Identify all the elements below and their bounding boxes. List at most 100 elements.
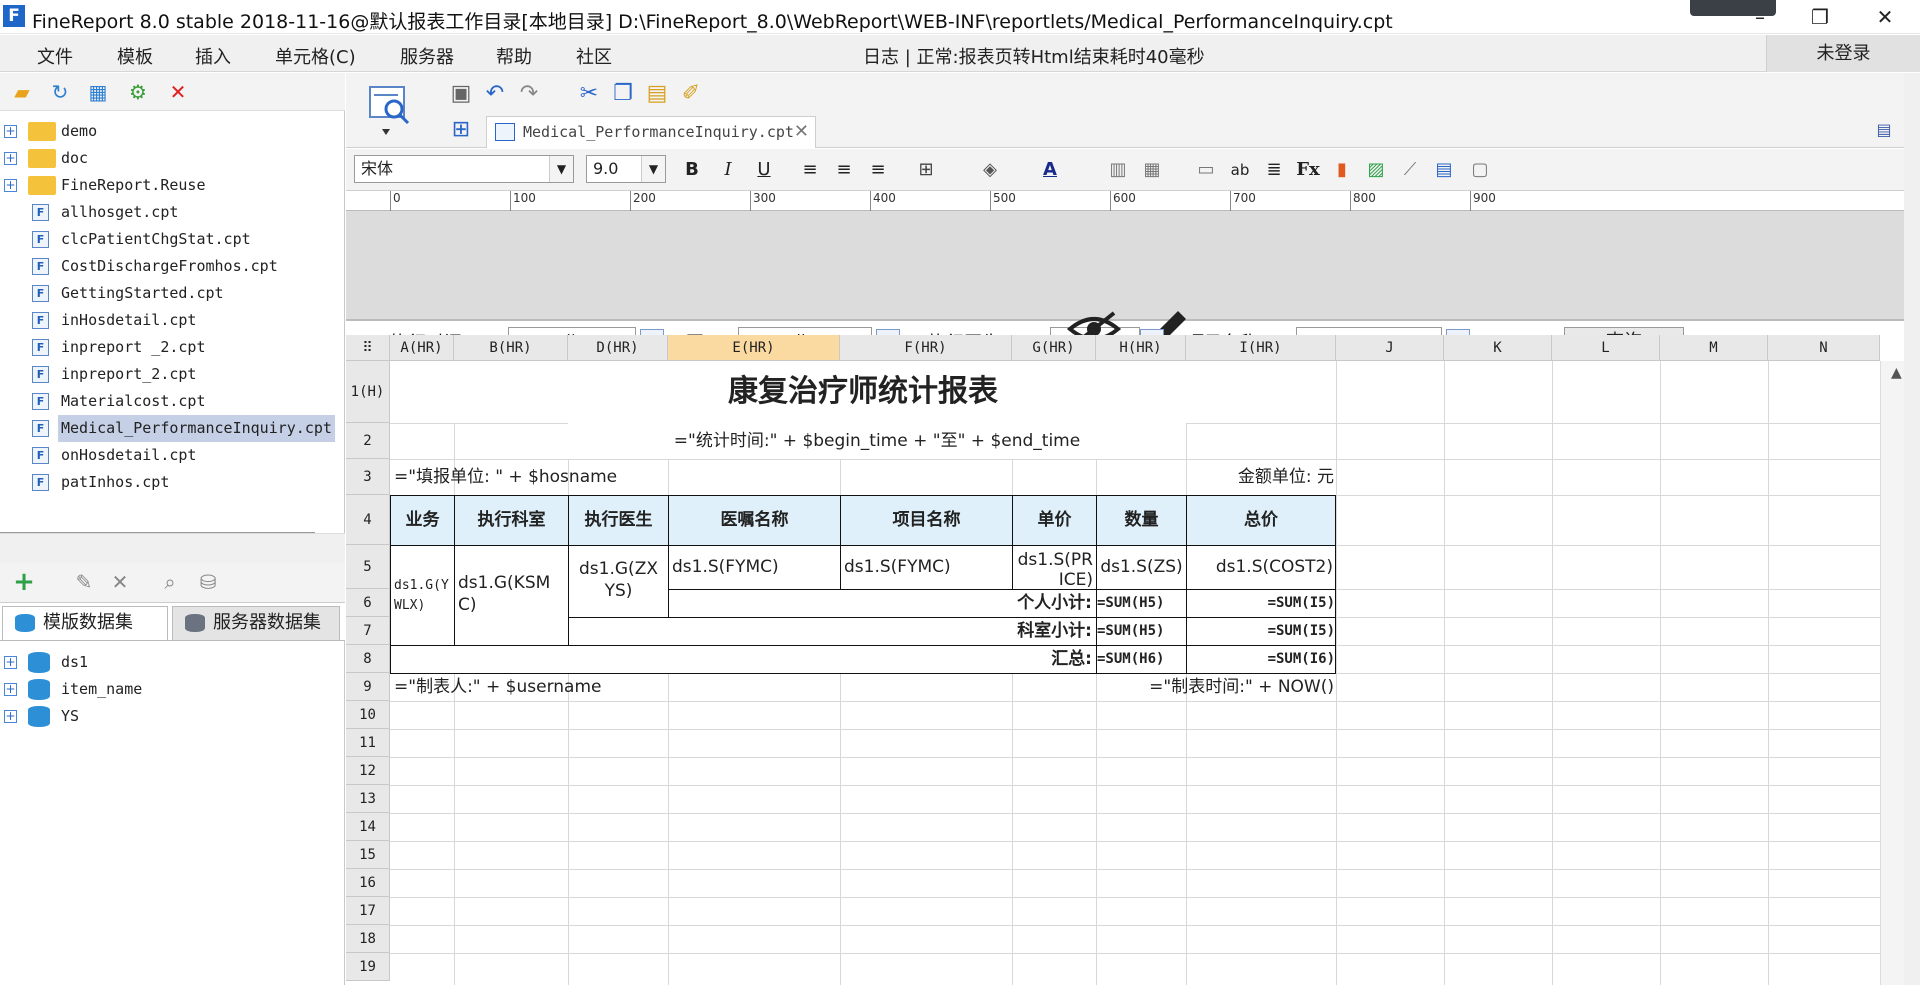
sum-cell[interactable]: =SUM(I5) — [1186, 617, 1336, 646]
header-cell[interactable]: 执行科室 — [454, 495, 569, 546]
row-header[interactable]: 14 — [346, 813, 390, 841]
maker-cell[interactable]: ="制表人:" + $username — [392, 673, 832, 701]
tree-file[interactable]: F GettingStarted.cpt — [0, 280, 345, 307]
expand-icon[interactable]: + — [4, 152, 17, 165]
settings-icon[interactable]: ⚙ — [126, 80, 150, 104]
copy-icon[interactable]: ❐ — [610, 81, 636, 107]
col-header-selected[interactable]: E(HR) — [668, 335, 840, 361]
menu-help[interactable]: 帮助 — [496, 43, 532, 69]
tab-template-datasets[interactable]: 模版数据集 — [2, 606, 168, 640]
tab-server-datasets[interactable]: 服务器数据集 — [172, 606, 340, 640]
header-cell[interactable]: 数量 — [1096, 495, 1187, 546]
grand-total-label[interactable]: 汇总: — [390, 645, 1097, 674]
row-header[interactable]: 7 — [346, 617, 390, 645]
col-header[interactable]: M — [1660, 335, 1768, 361]
tree-file-selected[interactable]: F Medical_PerformanceInquiry.cpt — [0, 415, 345, 442]
menu-insert[interactable]: 插入 — [195, 43, 231, 69]
insert-richtext-icon[interactable]: ≣ — [1260, 157, 1288, 183]
row-header[interactable]: 6 — [346, 589, 390, 617]
tree-file[interactable]: FclcPatientChgStat.cpt — [0, 226, 345, 253]
ywlx-cell[interactable]: ds1.G(YWLX) — [390, 545, 455, 646]
slash-icon[interactable]: ⟋ — [1396, 157, 1424, 183]
italic-button[interactable]: I — [714, 157, 742, 183]
header-cell[interactable]: 业务 — [390, 495, 455, 546]
col-header[interactable]: L — [1552, 335, 1660, 361]
delete-icon[interactable]: ✕ — [166, 80, 190, 104]
col-header[interactable]: I(HR) — [1186, 335, 1336, 361]
col-header[interactable]: G(HR) — [1012, 335, 1096, 361]
close-button[interactable]: ✕ — [1855, 0, 1915, 34]
row-header[interactable]: 4 — [346, 495, 390, 545]
tree-file[interactable]: FinHosdetail.cpt — [0, 307, 345, 334]
expand-icon[interactable]: + — [4, 125, 17, 138]
sum-cell[interactable]: =SUM(H5) — [1096, 589, 1187, 618]
split-cells-icon[interactable]: ▦ — [1138, 157, 1166, 183]
row-header[interactable]: 15 — [346, 841, 390, 869]
tree-file[interactable]: FonHosdetail.cpt — [0, 442, 345, 469]
row-header[interactable]: 9 — [346, 673, 390, 701]
expand-icon[interactable]: + — [4, 683, 17, 696]
tree-folder-demo[interactable]: + demo — [0, 118, 345, 145]
menu-template[interactable]: 模板 — [117, 43, 153, 69]
tree-folder-doc[interactable]: + doc — [0, 145, 345, 172]
bold-button[interactable]: B — [678, 157, 706, 183]
zxys-cell[interactable]: ds1.G(ZXYS) — [568, 545, 669, 618]
sum-cell[interactable]: =SUM(I5) — [1186, 589, 1336, 618]
side-collapse-strip[interactable] — [1904, 73, 1920, 985]
insert-string-icon[interactable]: ab — [1226, 157, 1254, 183]
header-cell[interactable]: 医嘱名称 — [668, 495, 841, 546]
row-header[interactable]: 1(H) — [346, 361, 390, 423]
row-header[interactable]: 19 — [346, 953, 390, 981]
refresh-icon[interactable]: ↻ — [48, 80, 72, 104]
file-tab[interactable]: Medical_PerformanceInquiry.cpt ✕ — [486, 116, 816, 148]
dataset-item-ds1[interactable]: + ds1 — [0, 649, 345, 676]
sub-report-icon[interactable]: ▤ — [1430, 157, 1458, 183]
minimize-button[interactable]: – — [1730, 0, 1790, 34]
cost2-cell[interactable]: ds1.S(COST2) — [1186, 545, 1336, 590]
grid-corner[interactable]: ⠿ — [346, 335, 390, 361]
menu-file[interactable]: 文件 — [37, 43, 73, 69]
row-header[interactable]: 11 — [346, 729, 390, 757]
expand-icon[interactable]: + — [4, 710, 17, 723]
tree-file[interactable]: FpatInhos.cpt — [0, 469, 345, 496]
open-folder-icon[interactable]: ▰ — [10, 80, 34, 104]
report-title[interactable]: 康复治疗师统计报表 — [390, 361, 1336, 423]
scroll-up-icon[interactable]: ▲ — [1891, 365, 1902, 381]
row-header[interactable]: 12 — [346, 757, 390, 785]
tree-file[interactable]: F Materialcost.cpt — [0, 388, 345, 415]
personal-subtotal-label[interactable]: 个人小计: — [668, 589, 1097, 618]
row-header[interactable]: 2 — [346, 423, 390, 459]
remove-icon[interactable]: ✕ — [108, 570, 132, 594]
edit-icon[interactable]: ✎ — [72, 570, 96, 594]
image-icon[interactable]: ▨ — [1362, 157, 1390, 183]
header-cell[interactable]: 单价 — [1012, 495, 1097, 546]
insert-text-icon[interactable]: ▭ — [1192, 157, 1220, 183]
dataset-item-ys[interactable]: + YS — [0, 703, 345, 730]
tree-folder-reuse[interactable]: + FineReport.Reuse — [0, 172, 345, 199]
sum-cell[interactable]: =SUM(H5) — [1096, 617, 1187, 646]
dataset-item-item-name[interactable]: + item_name — [0, 676, 345, 703]
col-header[interactable]: B(HR) — [454, 335, 568, 361]
col-header[interactable]: H(HR) — [1096, 335, 1186, 361]
save-icon[interactable]: ▣ — [448, 81, 474, 107]
align-right-icon[interactable]: ≡ — [864, 157, 892, 183]
ksmc-cell[interactable]: ds1.G(KSMC) — [454, 545, 569, 646]
tab-list-icon[interactable]: ▤ — [1871, 117, 1897, 143]
col-header[interactable]: D(HR) — [568, 335, 668, 361]
menu-community[interactable]: 社区 — [576, 43, 612, 69]
menu-server[interactable]: 服务器 — [400, 43, 454, 69]
fymc-cell[interactable]: ds1.S(FYMC) — [840, 545, 1013, 590]
row-header[interactable]: 18 — [346, 925, 390, 953]
redo-icon[interactable]: ↷ — [516, 81, 542, 107]
row-header[interactable]: 10 — [346, 701, 390, 729]
tree-file[interactable]: F CostDischargeFromhos.cpt — [0, 253, 345, 280]
formula-icon[interactable]: Fx — [1294, 157, 1322, 183]
properties-icon[interactable]: ▦ — [86, 80, 110, 104]
cut-icon[interactable]: ✂ — [576, 81, 602, 107]
status-message[interactable]: 日志 | 正常:报表页转Html结束耗时40毫秒 — [863, 43, 1205, 69]
border-icon[interactable]: ⊞ — [912, 157, 940, 183]
font-family-select[interactable]: 宋体 ▼ — [354, 155, 574, 183]
preview-button[interactable] — [368, 81, 414, 139]
row-header[interactable]: 8 — [346, 645, 390, 673]
fill-color-icon[interactable]: ◈ — [976, 157, 1004, 183]
